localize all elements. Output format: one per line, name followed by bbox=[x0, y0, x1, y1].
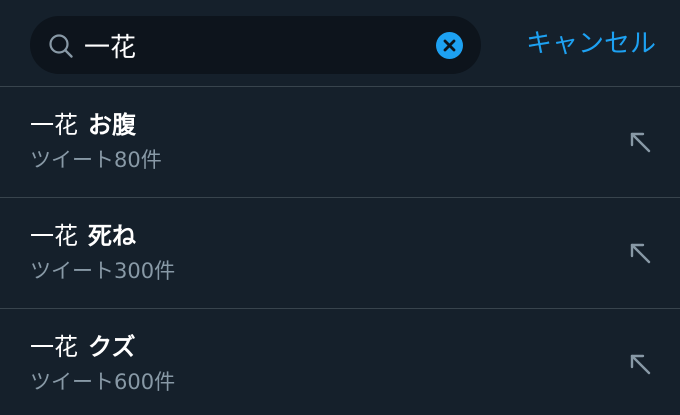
suggestion-query: 一花 お腹 bbox=[30, 109, 136, 141]
clear-search-button[interactable] bbox=[436, 32, 463, 59]
suggestion-item[interactable]: 一花 お腹 ツイート80件 bbox=[0, 87, 680, 197]
arrow-up-left-icon[interactable] bbox=[628, 241, 654, 267]
search-screen: キャンセル 一花お腹 ツイート80件 一花死ね ツイート300件 bbox=[0, 0, 680, 415]
search-header: キャンセル bbox=[0, 0, 680, 86]
search-input[interactable] bbox=[84, 25, 434, 65]
tweet-count: ツイート600件 bbox=[30, 370, 176, 394]
query-suffix: クズ bbox=[88, 333, 136, 361]
search-field[interactable] bbox=[30, 16, 481, 74]
suggestion-list: 一花 お腹 ツイート80件 一花 死ね ツイート300件 一花 クズ ツイート6… bbox=[0, 87, 680, 415]
tweet-count: ツイート80件 bbox=[30, 148, 162, 172]
suggestion-query: 一花 クズ bbox=[30, 331, 136, 363]
clear-circle-icon bbox=[443, 39, 456, 52]
suggestion-query: 一花 死ね bbox=[30, 220, 136, 252]
query-suffix: お腹 bbox=[88, 111, 136, 139]
query-suffix: 死ね bbox=[88, 222, 136, 250]
tweet-count: ツイート300件 bbox=[30, 259, 176, 283]
suggestion-item[interactable]: 一花 クズ ツイート600件 bbox=[0, 308, 680, 415]
query-prefix: 一花 bbox=[30, 111, 78, 139]
arrow-up-left-icon[interactable] bbox=[628, 352, 654, 378]
query-prefix: 一花 bbox=[30, 222, 78, 250]
arrow-up-left-icon[interactable] bbox=[628, 130, 654, 156]
search-icon bbox=[48, 33, 74, 59]
cancel-button[interactable]: キャンセル bbox=[526, 24, 656, 64]
query-prefix: 一花 bbox=[30, 333, 78, 361]
suggestion-item[interactable]: 一花 死ね ツイート300件 bbox=[0, 197, 680, 308]
